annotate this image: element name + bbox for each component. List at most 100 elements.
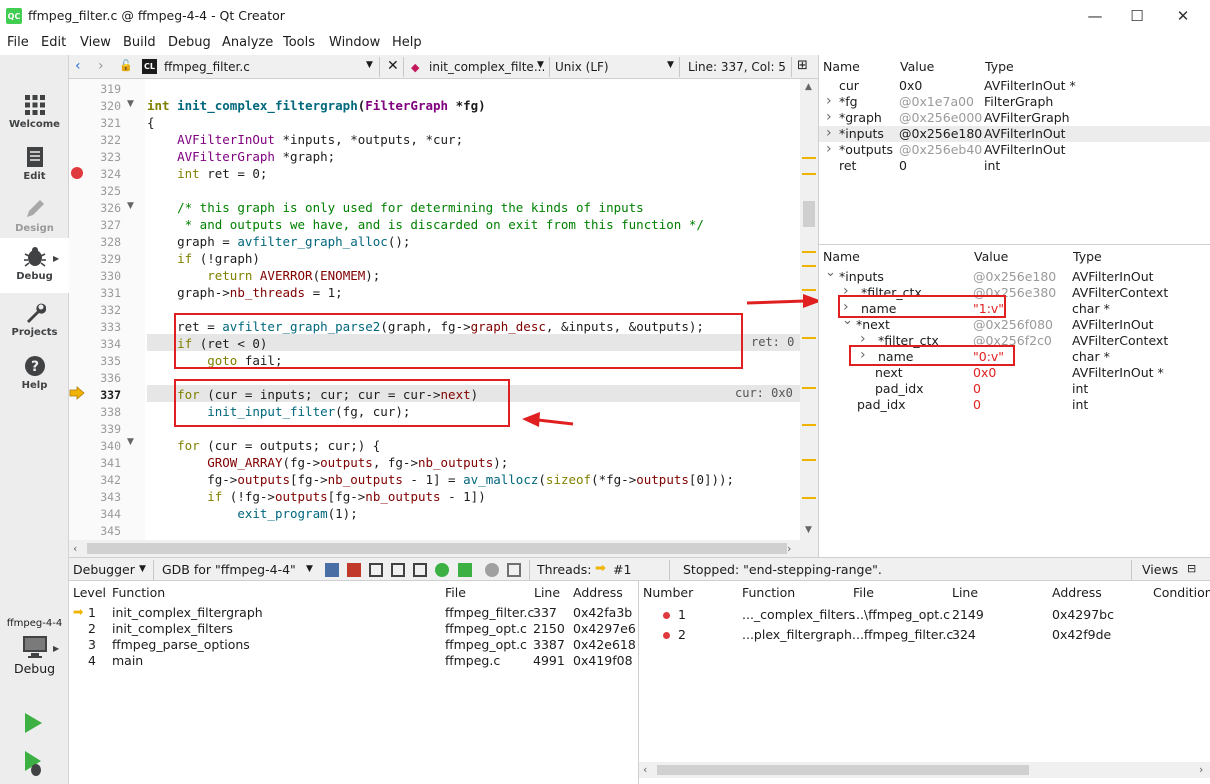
chevron-down-icon[interactable]: ▼ [139, 564, 146, 574]
code-line[interactable]: exit_program(1); [147, 506, 357, 521]
line-number-gutter[interactable]: 319 320 321 322 323 324 325 326 327 328 329 330 331 3… [69, 79, 145, 540]
code-line[interactable]: * and outputs we have, and is discarded … [147, 217, 704, 232]
back-arrow-icon[interactable]: ‹ [75, 58, 81, 74]
menu-analyze[interactable]: Analyze [222, 35, 273, 50]
code-line[interactable]: AVFilterInOut *inputs, *outputs, *cur; [147, 132, 463, 147]
panel-toggle-icon[interactable]: ⊟ [1187, 562, 1196, 575]
step-into-icon[interactable] [391, 563, 405, 577]
code-line[interactable]: return AVERROR(ENOMEM); [147, 268, 380, 283]
horizontal-scrollbar[interactable]: ‹ › [69, 540, 818, 557]
scrollbar-thumb[interactable] [87, 543, 787, 554]
watch-row[interactable]: ⌄ *inputs @0x256e180 AVFilterInOut [819, 265, 1210, 285]
column-header[interactable]: Level [73, 585, 106, 600]
line-number[interactable]: 326 [91, 201, 121, 215]
scroll-right-icon[interactable]: › [1199, 763, 1203, 776]
forward-arrow-icon[interactable]: › [98, 58, 104, 74]
line-number[interactable]: 334 [91, 337, 121, 351]
mode-design[interactable]: Design [0, 192, 69, 244]
views-menu[interactable]: Views [1142, 562, 1178, 577]
mode-edit[interactable]: Edit [0, 140, 69, 192]
stack-frame-row[interactable]: 4 main ffmpeg.c 4991 0x419f08 [69, 653, 638, 669]
line-number[interactable]: 328 [91, 235, 121, 249]
mode-help[interactable]: ? Help [0, 349, 69, 401]
locals-row[interactable]: › *fg @0x1e7a00 FilterGraph [819, 93, 1210, 110]
menu-file[interactable]: File [7, 35, 29, 50]
column-header[interactable]: Line [952, 585, 978, 600]
locals-row[interactable]: › *outputs @0x256eb40 AVFilterInOut [819, 141, 1210, 158]
chevron-down-icon[interactable]: ▼ [667, 60, 674, 70]
breakpoints-view[interactable]: Number Function File Line Address Condit… [638, 581, 1210, 784]
line-number[interactable]: 323 [91, 150, 121, 164]
line-number[interactable]: 335 [91, 354, 121, 368]
code-line[interactable]: if (!graph) [147, 251, 260, 266]
step-out-icon[interactable] [413, 563, 427, 577]
column-header[interactable]: Address [1052, 585, 1102, 600]
watch-row[interactable]: ⌄ *next @0x256f080 AVFilterInOut [819, 313, 1210, 333]
continue-icon[interactable] [325, 563, 339, 577]
menu-tools[interactable]: Tools [283, 35, 315, 50]
restart-icon[interactable] [435, 563, 449, 577]
watch-row[interactable]: next 0x0 AVFilterInOut * [819, 365, 1210, 381]
chevron-down-icon[interactable]: ▼ [366, 60, 373, 70]
line-number[interactable]: 329 [91, 252, 121, 266]
line-number[interactable]: 320 [91, 99, 121, 113]
reverse-direction-icon[interactable] [458, 563, 472, 577]
line-number[interactable]: 319 [91, 82, 121, 96]
open-document-selector[interactable]: ffmpeg_filter.c [164, 60, 250, 74]
menu-window[interactable]: Window [329, 35, 380, 50]
run-button[interactable] [21, 711, 45, 738]
column-header[interactable]: Address [573, 585, 623, 600]
scroll-right-icon[interactable]: › [787, 542, 791, 555]
stack-frame-row[interactable]: ➡ 1 init_complex_filtergraph ffmpeg_filter.… [69, 604, 638, 621]
debugger-perspective-label[interactable]: Debugger [73, 562, 135, 577]
stop-debugger-icon[interactable] [347, 563, 361, 577]
line-number[interactable]: 332 [91, 303, 121, 317]
horizontal-scrollbar[interactable]: ‹ › [639, 762, 1210, 778]
line-number[interactable]: 327 [91, 218, 121, 232]
breakpoint-row[interactable]: 2 ...plex_filtergraph ...ffmpeg_filter.c 32… [639, 627, 1210, 645]
engine-selector[interactable]: GDB for "ffmpeg-4-4" [162, 562, 296, 577]
column-header[interactable]: Line [534, 585, 560, 600]
line-number[interactable]: 343 [91, 490, 121, 504]
locals-row[interactable]: cur 0x0 AVFilterInOut * [819, 78, 1210, 94]
line-number[interactable]: 340 [91, 439, 121, 453]
line-number[interactable]: 336 [91, 371, 121, 385]
line-number[interactable]: 325 [91, 184, 121, 198]
menu-help[interactable]: Help [392, 35, 422, 50]
column-header[interactable]: Value [900, 59, 934, 74]
chevron-right-icon[interactable]: › [826, 125, 832, 141]
column-header[interactable]: Type [985, 59, 1014, 74]
line-number[interactable]: 322 [91, 133, 121, 147]
fold-marker-icon[interactable]: ▼ [127, 99, 134, 109]
code-line[interactable]: graph->nb_threads = 1; [147, 285, 343, 300]
locals-row[interactable]: › *inputs @0x256e180 AVFilterInOut [819, 125, 1210, 142]
record-icon[interactable] [485, 563, 499, 577]
menu-edit[interactable]: Edit [41, 35, 66, 50]
code-line[interactable]: GROW_ARRAY(fg->outputs, fg->nb_outputs); [147, 455, 508, 470]
close-button[interactable]: ✕ [1160, 0, 1206, 32]
line-number[interactable]: 331 [91, 286, 121, 300]
chevron-down-icon[interactable]: ▼ [537, 60, 544, 70]
locals-row[interactable]: › *graph @0x256e000 AVFilterGraph [819, 109, 1210, 126]
line-number[interactable]: 330 [91, 269, 121, 283]
snapshot-icon[interactable] [507, 563, 521, 577]
locals-row[interactable]: ret 0 int [819, 158, 1210, 174]
stack-frame-row[interactable]: 2 init_complex_filters ffmpeg_opt.c 2150 0x4… [69, 621, 638, 637]
code-line[interactable]: /* this graph is only used for determini… [147, 200, 644, 215]
line-number[interactable]: 339 [91, 422, 121, 436]
fold-marker-icon[interactable]: ▼ [127, 201, 134, 211]
code-line[interactable]: AVFilterGraph *graph; [147, 149, 335, 164]
chevron-right-icon[interactable]: › [826, 109, 832, 125]
thread-selector[interactable]: #1 [613, 562, 631, 577]
minimize-button[interactable]: — [1072, 0, 1118, 32]
chevron-right-icon[interactable]: › [826, 93, 832, 109]
maximize-button[interactable]: ☐ [1114, 0, 1160, 32]
code-line[interactable]: graph = avfilter_graph_alloc(); [147, 234, 410, 249]
code-line[interactable]: int ret = 0; [147, 166, 267, 181]
column-header[interactable]: Condition [1153, 585, 1210, 600]
column-header[interactable]: File [445, 585, 466, 600]
stack-frame-row[interactable]: 3 ffmpeg_parse_options ffmpeg_opt.c 3387 0x4… [69, 637, 638, 653]
line-endings-selector[interactable]: Unix (LF) [555, 60, 609, 74]
line-number[interactable]: 342 [91, 473, 121, 487]
breakpoint-marker[interactable] [71, 167, 83, 179]
